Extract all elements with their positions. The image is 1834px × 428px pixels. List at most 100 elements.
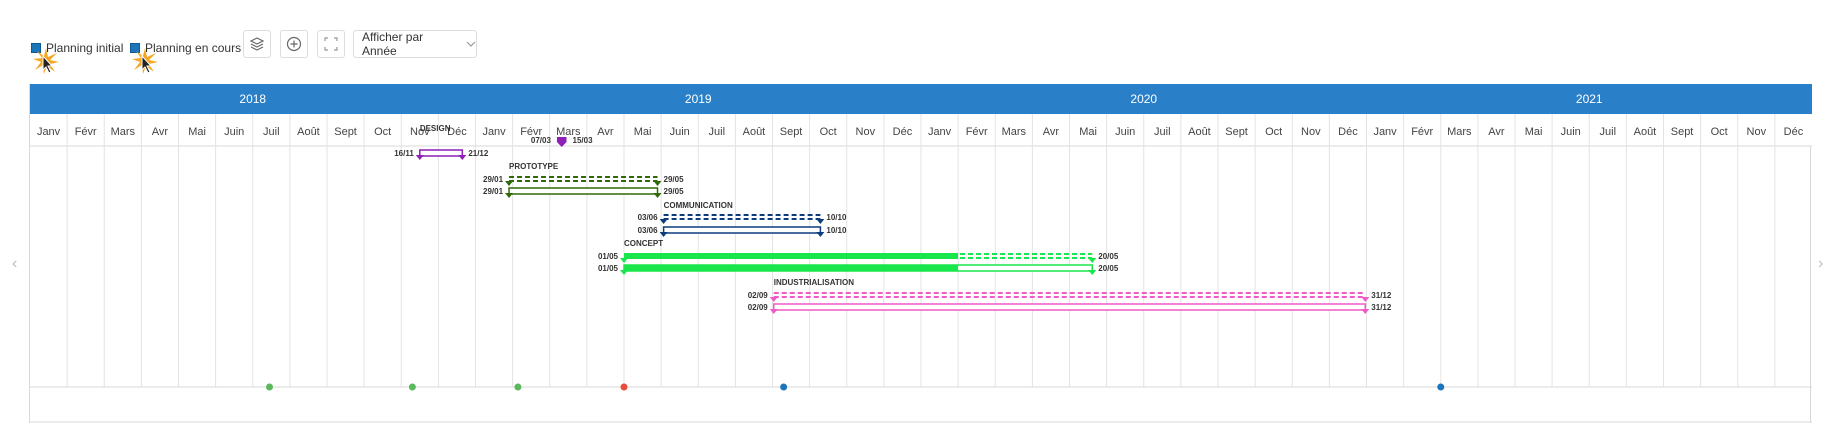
month-label: Août (297, 126, 320, 138)
view-select-value: Afficher par Année (362, 30, 424, 58)
start-marker (769, 297, 778, 302)
month-label: Févr (966, 126, 988, 138)
layers-button[interactable] (243, 30, 271, 58)
task-label: COMMUNICATION (664, 201, 733, 210)
month-label: Févr (1411, 126, 1433, 138)
year-label: 2020 (1130, 92, 1157, 106)
month-label: Mars (1447, 126, 1472, 138)
month-label: Août (1634, 126, 1657, 138)
month-label: Mars (111, 126, 136, 138)
current-bar (662, 226, 822, 234)
month-label: Avr (597, 126, 614, 138)
timeline-marker-dot (266, 383, 274, 391)
month-label: Avr (152, 126, 169, 138)
month-label: Oct (1265, 126, 1282, 138)
plus-circle-icon (286, 36, 302, 52)
bar-start-date: 01/05 (598, 252, 619, 261)
bar-start-date: 02/09 (748, 303, 769, 312)
end-marker (1361, 297, 1370, 302)
end-marker (1088, 270, 1097, 275)
month-label: Janv (482, 126, 506, 138)
bar-end-date: 31/12 (1371, 291, 1392, 300)
month-label: Oct (820, 126, 837, 138)
month-label: Sept (1225, 126, 1248, 138)
month-label: Mai (1079, 126, 1097, 138)
month-label: Oct (1711, 126, 1728, 138)
month-label: Juin (224, 126, 244, 138)
bar-end-date: 10/10 (826, 226, 847, 235)
milestone-bar (556, 137, 567, 142)
fullscreen-button[interactable] (317, 30, 345, 58)
start-marker (505, 193, 514, 198)
add-button[interactable] (280, 30, 308, 58)
bar-end-date: 20/05 (1098, 264, 1119, 273)
end-marker (653, 193, 662, 198)
month-label: Juil (1154, 126, 1171, 138)
scroll-left-icon[interactable]: ‹ (12, 255, 17, 273)
month-label: Sept (780, 126, 803, 138)
bar-start-date: 29/01 (483, 187, 504, 196)
click-highlight-icon (132, 48, 158, 74)
bar-start-date: 01/05 (598, 264, 619, 273)
click-highlight-icon (33, 48, 59, 74)
month-label: Déc (893, 126, 913, 138)
bar-start-date: 16/11 (394, 149, 414, 158)
end-marker (1361, 309, 1370, 314)
toolbar: Planning initial Planning en cours Affic… (0, 30, 600, 74)
month-label: Déc (1338, 126, 1358, 138)
month-label: Déc (1784, 126, 1804, 138)
bar-end-date: 21/12 (468, 149, 489, 158)
month-label: Mai (188, 126, 206, 138)
progress-fill (624, 265, 959, 271)
month-label: Juil (1600, 126, 1617, 138)
bar-end-date: 29/05 (664, 187, 685, 196)
view-select[interactable]: Afficher par Année (353, 30, 477, 58)
current-bar (419, 149, 464, 157)
month-label: Janv (1373, 126, 1397, 138)
gantt-chart: 2018 2019 2020 2021 Janv Févr Mars Avr Mai Juin Ju… (29, 84, 1812, 423)
month-label: Mai (1525, 126, 1543, 138)
task-label: DESIGN (420, 124, 451, 133)
month-label: Juil (709, 126, 726, 138)
bar-start-date: 29/01 (483, 175, 504, 184)
month-label: Mars (1002, 126, 1027, 138)
year-label: 2021 (1576, 92, 1603, 106)
month-label: Juil (263, 126, 280, 138)
bar-end-date: 20/05 (1098, 252, 1119, 261)
year-label: 2018 (239, 92, 266, 106)
month-label: Nov (1747, 126, 1767, 138)
milestone-end-date: 15/03 (573, 136, 594, 145)
month-label: Oct (374, 126, 391, 138)
current-bar (772, 303, 1367, 311)
timeline-marker-dot (514, 383, 522, 391)
timeline-marker-dot (620, 383, 628, 391)
start-marker (415, 155, 424, 160)
month-label: Juin (1561, 126, 1581, 138)
month-label: Févr (75, 126, 97, 138)
expand-icon (324, 37, 338, 51)
year-label: 2019 (685, 92, 712, 106)
chevron-down-icon (466, 41, 476, 47)
month-label: Avr (1043, 126, 1060, 138)
start-marker (769, 309, 778, 314)
start-marker (620, 258, 628, 263)
month-label: Janv (928, 126, 952, 138)
task-label: INDUSTRIALISATION (774, 278, 855, 287)
month-label: Mai (634, 126, 652, 138)
month-label: Juin (1115, 126, 1135, 138)
bar-start-date: 03/06 (638, 226, 659, 235)
end-marker (816, 232, 825, 237)
bar-start-date: 03/06 (638, 213, 659, 222)
month-label: Janv (37, 126, 61, 138)
task-label: PROTOTYPE (509, 162, 559, 171)
month-label: Avr (1488, 126, 1505, 138)
month-label: Sept (1671, 126, 1694, 138)
bar-start-date: 02/09 (748, 291, 769, 300)
milestone-start-date: 07/03 (531, 136, 552, 145)
end-marker (653, 181, 662, 186)
start-marker (620, 270, 628, 275)
month-label: Sept (334, 126, 357, 138)
end-marker (458, 155, 467, 160)
timeline-marker-dot (780, 383, 788, 391)
scroll-right-icon[interactable]: › (1818, 255, 1823, 273)
